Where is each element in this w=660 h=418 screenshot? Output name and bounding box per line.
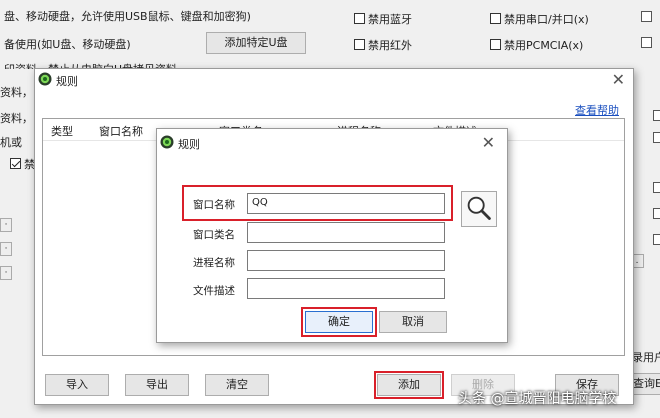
checkbox-disable-infrared[interactable]: 禁用红外 xyxy=(354,37,412,53)
import-button[interactable]: 导入 xyxy=(45,374,109,396)
checkbox-icon[interactable] xyxy=(641,37,652,48)
left-edge-button[interactable]: · xyxy=(0,266,12,280)
window-class-input[interactable] xyxy=(247,222,445,243)
file-description-label: 文件描述 xyxy=(193,285,235,297)
highlight-box-add xyxy=(374,371,444,399)
help-link[interactable]: 查看帮助 xyxy=(575,102,619,118)
window-class-label: 窗口类名 xyxy=(193,229,235,241)
checkbox-disable-pcmcia[interactable]: 禁用PCMCIA(x) xyxy=(490,37,583,53)
checkbox-icon[interactable] xyxy=(10,158,21,169)
close-icon[interactable]: ✕ xyxy=(612,70,625,90)
rule-dialog-title: 规则 xyxy=(178,138,200,151)
rule-edit-dialog: 规则 ✕ 窗口名称 QQ 窗口类名 进程名称 文件描述 确定 取消 xyxy=(156,128,508,343)
left-edge-button[interactable]: · xyxy=(0,242,12,256)
export-button[interactable]: 导出 xyxy=(125,374,189,396)
process-name-label: 进程名称 xyxy=(193,257,235,269)
magnifier-icon xyxy=(467,196,491,220)
checkbox-icon[interactable] xyxy=(354,13,365,24)
checkbox-icon[interactable] xyxy=(490,13,501,24)
checkbox-icon[interactable] xyxy=(653,110,660,121)
checkbox-icon[interactable] xyxy=(490,39,501,50)
clear-button[interactable]: 清空 xyxy=(205,374,269,396)
bg-text-line5: 资料， xyxy=(0,112,33,125)
record-users-text: 录用户 xyxy=(632,351,660,364)
checkbox-icon[interactable] xyxy=(653,208,660,219)
checkbox-icon[interactable] xyxy=(653,182,660,193)
add-specific-usb-button[interactable]: 添加特定U盘 xyxy=(206,32,306,54)
rules-window-title: 规则 xyxy=(56,75,78,88)
checkbox-icon[interactable] xyxy=(354,39,365,50)
app-logo-icon xyxy=(160,135,174,149)
bg-checkbox-line7[interactable]: 禁 xyxy=(10,156,35,172)
file-description-input[interactable] xyxy=(247,278,445,299)
process-name-input[interactable] xyxy=(247,250,445,271)
checkbox-icon[interactable] xyxy=(641,11,652,22)
bg-text-line4: 资料， xyxy=(0,86,33,99)
usb-device-option-text: 备使用(如U盘、移动硬盘) xyxy=(4,38,131,51)
highlight-box-window-name xyxy=(182,185,453,221)
watermark-text: 头条 @宣城晋阳电脑学校 xyxy=(458,391,617,407)
cancel-button[interactable]: 取消 xyxy=(379,311,447,333)
checkbox-icon[interactable] xyxy=(653,132,660,143)
usb-option-text: 盘、移动硬盘，允许使用USB鼠标、键盘和加密狗) xyxy=(4,10,251,23)
close-icon[interactable]: ✕ xyxy=(482,133,495,153)
checkbox-disable-bluetooth[interactable]: 禁用蓝牙 xyxy=(354,11,412,27)
left-edge-button[interactable]: · xyxy=(0,218,12,232)
column-header-type[interactable]: 类型 xyxy=(51,123,73,139)
bg-text-line6: 机或 xyxy=(0,136,22,149)
app-logo-icon xyxy=(38,72,52,86)
checkbox-disable-serial-port[interactable]: 禁用串口/并口(x) xyxy=(490,11,589,27)
highlight-box-ok xyxy=(301,307,377,337)
checkbox-icon[interactable] xyxy=(653,234,660,245)
rule-dialog-titlebar: 规则 ✕ xyxy=(157,132,507,154)
rules-window-titlebar: 规则 ✕ xyxy=(35,69,633,91)
column-header-window-name[interactable]: 窗口名称 xyxy=(99,123,143,139)
find-window-button[interactable] xyxy=(461,191,497,227)
